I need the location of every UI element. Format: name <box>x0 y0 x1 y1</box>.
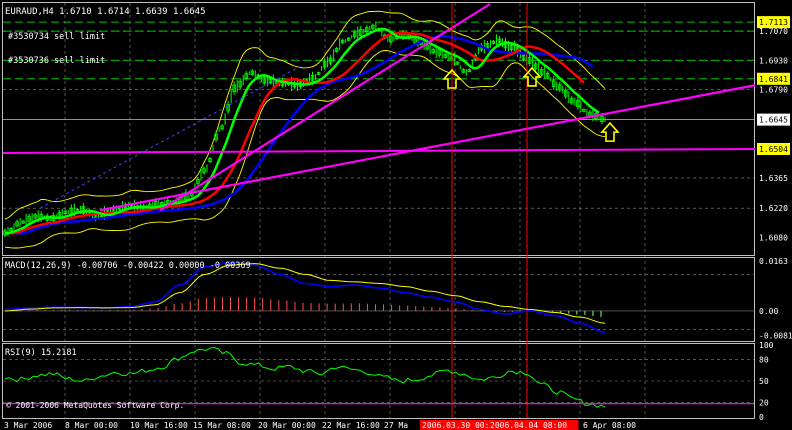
price-tick-label: 1.6220 <box>759 204 788 213</box>
time-tick-label: 22 Mar 16:00 <box>322 421 380 430</box>
time-tick-label: 10 Mar 16:00 <box>130 421 188 430</box>
macd-tick-label: 0.00 <box>759 307 778 316</box>
price-tick-label: 1.6365 <box>759 174 788 183</box>
rsi-title: RSI(9) 15.2181 <box>5 348 77 358</box>
price-tick-label: 1.6645 <box>759 116 788 125</box>
price-tick-label: 1.6930 <box>759 56 788 65</box>
symbol-header: EURAUD,H4 1.6710 1.6714 1.6639 1.6645 <box>5 7 205 17</box>
price-tick-label: 1.6504 <box>759 145 788 154</box>
price-tick-label: 1.7070 <box>759 27 788 36</box>
time-tick-label: 3 Mar 2006 <box>4 421 52 430</box>
price-tick-label: 1.6790 <box>759 85 788 94</box>
time-tick-label: 15 Mar 08:00 <box>193 421 251 430</box>
order-label-1: #3530734 sell limit <box>8 32 105 42</box>
rsi-tick-label: 50 <box>759 377 769 386</box>
rsi-tick-label: 20 <box>759 399 769 408</box>
copyright-text: © 2001-2006 MetaQuotes Software Corp. <box>6 401 184 410</box>
price-tick-label: 1.6841 <box>759 75 788 84</box>
macd-tick-label: 0.0163 <box>759 257 788 266</box>
time-tick-label: 2006.04.04 08:00 <box>490 421 567 430</box>
price-tick-label: 1.7113 <box>759 18 788 27</box>
chart-canvas: 1.71131.7070 1.6930 1.68411.6790 1.6645 1.65… <box>0 0 792 430</box>
time-tick-label: 6 Apr 08:00 <box>583 421 636 430</box>
time-tick-label: 8 Mar 00:00 <box>65 421 118 430</box>
time-tick-label: 27 Ma <box>384 421 408 430</box>
rsi-tick-label: 80 <box>759 355 769 364</box>
macd-tick-label: -0.0081 <box>759 332 792 341</box>
price-tick-label: 1.6080 <box>759 233 788 242</box>
order-label-2: #3530736 sell limit <box>8 56 105 66</box>
time-tick-label: 2006.03.30 00:00 <box>422 421 499 430</box>
rsi-tick-label: 0 <box>759 413 764 422</box>
rsi-tick-label: 100 <box>759 341 774 350</box>
time-tick-label: 20 Mar 00:00 <box>258 421 316 430</box>
macd-title: MACD(12,26,9) -0.00706 -0.00422 0.00000 … <box>5 261 251 271</box>
